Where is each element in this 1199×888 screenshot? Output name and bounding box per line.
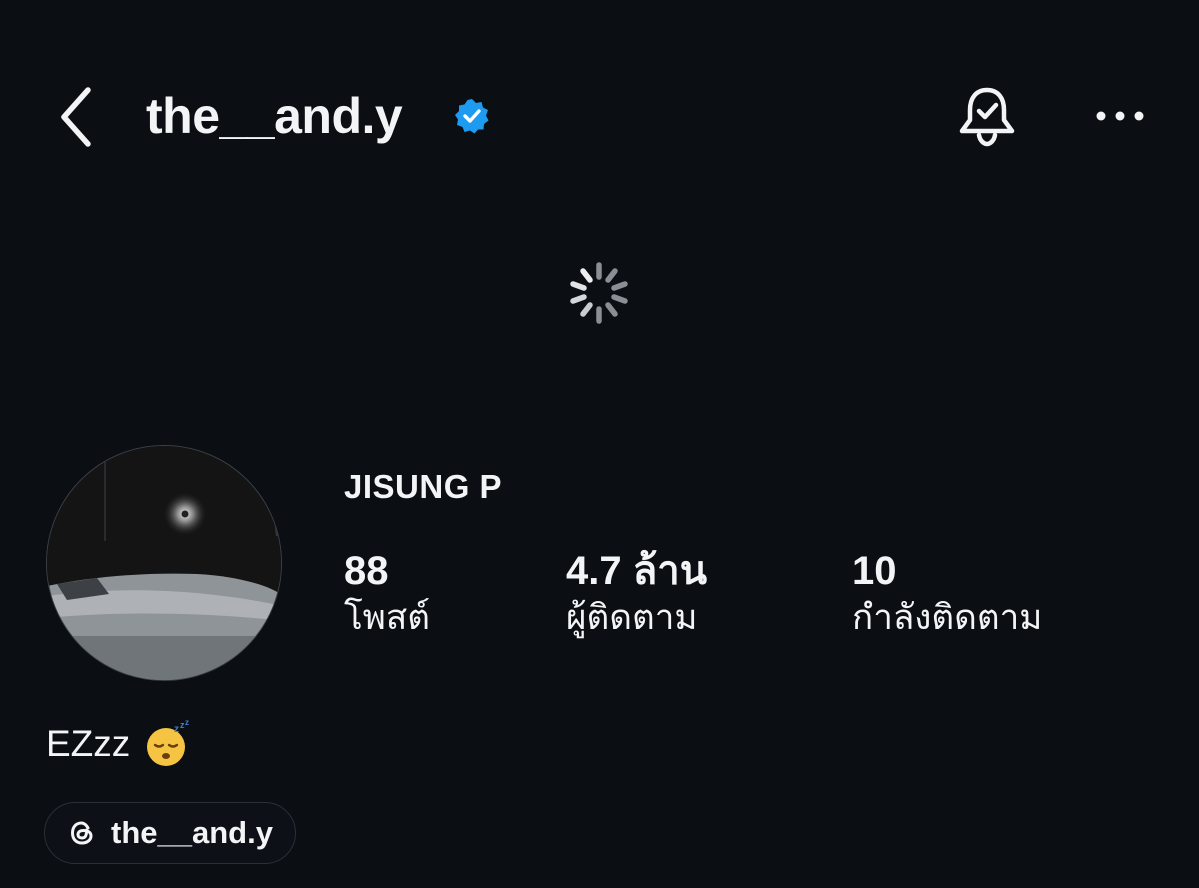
- bell-check-icon: [959, 87, 1015, 147]
- back-button[interactable]: [50, 82, 110, 152]
- more-options-button[interactable]: [1090, 96, 1150, 136]
- chevron-left-icon: [61, 87, 91, 147]
- bio-text: EZzz: [46, 723, 131, 764]
- following-count-stat[interactable]: 10 กำลังติดตาม: [852, 548, 1042, 642]
- stat-value: 4.7 ล้าน: [566, 549, 708, 593]
- profile-username: the__and.y: [146, 88, 403, 144]
- loading-spinner-icon: [562, 262, 636, 324]
- stat-value: 10: [852, 549, 897, 593]
- profile-avatar[interactable]: [46, 445, 282, 681]
- threads-profile-link[interactable]: the__and.y: [44, 802, 296, 864]
- stat-value: 88: [344, 549, 389, 593]
- sleeping-face-icon: z z z: [147, 720, 189, 766]
- svg-text:z: z: [174, 724, 179, 735]
- threads-handle: the__and.y: [111, 815, 273, 850]
- notifications-bell-button[interactable]: [952, 82, 1022, 152]
- posts-count-stat[interactable]: 88 โพสต์: [344, 548, 430, 642]
- stat-label: กำลังติดตาม: [852, 598, 1043, 637]
- profile-display-name: JISUNG P: [344, 468, 503, 505]
- svg-text:z: z: [185, 720, 189, 727]
- profile-bio: EZzz z z z: [46, 720, 192, 768]
- threads-icon: [71, 821, 93, 845]
- followers-count-stat[interactable]: 4.7 ล้าน ผู้ติดตาม: [566, 548, 707, 642]
- more-horizontal-icon: [1096, 111, 1144, 121]
- verified-badge-icon: [454, 98, 490, 134]
- stat-label: โพสต์: [344, 598, 430, 637]
- avatar-photo: [47, 446, 281, 680]
- stat-label: ผู้ติดตาม: [566, 598, 698, 637]
